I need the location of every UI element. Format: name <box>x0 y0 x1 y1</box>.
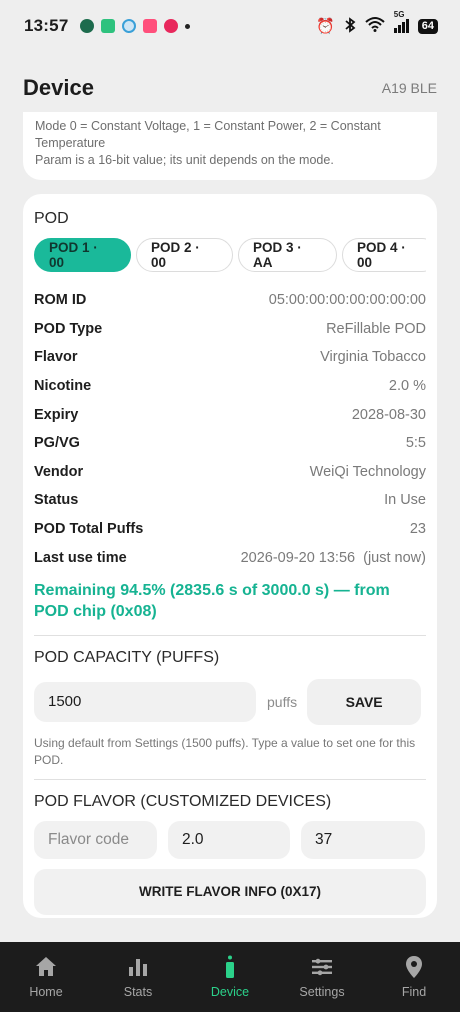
write-flavor-button[interactable]: WRITE FLAVOR INFO (0X17) <box>34 868 426 915</box>
network-type: 5G <box>393 10 405 19</box>
info-key: Status <box>34 492 79 509</box>
status-right: ⏰ 5G 64 <box>316 10 438 37</box>
more-notifications-dot <box>185 23 191 29</box>
nav-stats[interactable]: Stats <box>92 942 184 1012</box>
pod-section-label: POD <box>34 210 69 227</box>
flavor-code-placeholder: Flavor code <box>48 830 129 848</box>
pod-tab-4[interactable]: POD 4 · 00 <box>342 238 426 272</box>
app-notification-icon <box>101 19 116 33</box>
app-notification-icon <box>164 19 179 33</box>
info-row-rom-id: ROM ID 05:00:00:00:00:00:00:00 <box>34 286 426 315</box>
page-title: Device <box>23 75 94 100</box>
capacity-input[interactable]: 1500 <box>34 681 256 722</box>
info-row-pg-vg: PG/VG 5:5 <box>34 429 426 458</box>
info-value: WeiQi Technology <box>309 463 426 480</box>
nav-label: Stats <box>123 985 153 999</box>
info-row-last-use: Last use time 2026-09-20 13:56 (just now) <box>34 543 426 572</box>
nav-label: Home <box>29 985 63 999</box>
app-notification-icon <box>143 19 158 33</box>
mode-note-line: Param is a 16-bit value; its unit depend… <box>35 153 334 167</box>
flavor-fields-row: Flavor code 2.0 37 <box>34 820 426 859</box>
info-key: Flavor <box>34 349 78 366</box>
status-bar: 13:57 ⏰ 5G 64 <box>0 0 460 52</box>
location-pin-icon <box>401 954 427 980</box>
capacity-unit: puffs <box>267 693 298 710</box>
nav-settings[interactable]: Settings <box>276 942 368 1012</box>
alarm-icon: ⏰ <box>316 17 335 35</box>
pod-tabs: POD 1 · 00 POD 2 · 00 POD 3 · AA POD 4 ·… <box>34 238 426 272</box>
nav-find[interactable]: Find <box>368 942 460 1012</box>
info-value: Virginia Tobacco <box>320 349 426 366</box>
nav-label: Find <box>401 985 427 999</box>
notification-icons <box>80 19 191 33</box>
device-model: A19 BLE <box>381 80 437 96</box>
info-value: 05:00:00:00:00:00:00:00 <box>268 292 426 309</box>
flavor-value-input[interactable]: 37 <box>301 820 425 859</box>
info-row-vendor: Vendor WeiQi Technology <box>34 458 426 487</box>
capacity-help-text: Using default from Settings (1500 puffs)… <box>34 735 416 767</box>
mode-info-card: Mode 0 = Constant Voltage, 1 = Constant … <box>23 112 437 180</box>
info-value: 23 <box>409 521 426 538</box>
mode-note-line: Temperature <box>35 136 106 150</box>
capacity-row: 1500 puffs SAVE <box>34 678 426 725</box>
info-row-nicotine: Nicotine 2.0 % <box>34 372 426 401</box>
nav-device[interactable]: Device <box>184 942 276 1012</box>
info-value: 2028-08-30 <box>351 406 426 423</box>
info-row-expiry: Expiry 2028-08-30 <box>34 400 426 429</box>
divider <box>34 778 426 780</box>
stats-icon <box>125 954 151 980</box>
info-key: PG/VG <box>34 435 80 452</box>
info-row-pod-type: POD Type ReFillable POD <box>34 315 426 344</box>
scroll-content[interactable]: Mode 0 = Constant Voltage, 1 = Constant … <box>0 112 460 942</box>
pod-tab-3[interactable]: POD 3 · AA <box>238 238 337 272</box>
flavor-code-input[interactable]: Flavor code <box>34 820 157 859</box>
info-key: POD Total Puffs <box>34 521 144 538</box>
home-icon <box>33 954 59 980</box>
wifi-icon <box>365 16 385 37</box>
pod-card: POD POD 1 · 00 POD 2 · 00 POD 3 · AA POD… <box>23 194 437 918</box>
pod-tab-1[interactable]: POD 1 · 00 <box>34 238 131 272</box>
device-icon <box>217 954 243 980</box>
info-key: ROM ID <box>34 292 87 309</box>
info-key: Expiry <box>34 406 79 423</box>
info-value: ReFillable POD <box>326 320 426 337</box>
info-value: 2.0 % <box>388 378 426 395</box>
info-key: POD Type <box>34 320 103 337</box>
bluetooth-icon <box>344 16 356 36</box>
divider <box>34 634 426 636</box>
info-value: 2026-09-20 13:56 (just now) <box>240 549 426 566</box>
pod-info-list: ROM ID 05:00:00:00:00:00:00:00 POD Type Re… <box>34 286 426 572</box>
remaining-status: Remaining 94.5% (2835.6 s of 3000.0 s) —… <box>34 581 390 620</box>
info-key: Nicotine <box>34 378 92 395</box>
bottom-nav: Home Stats Device Settings Find <box>0 942 460 1012</box>
info-key: Vendor <box>34 463 84 480</box>
info-row-status: Status In Use <box>34 486 426 515</box>
status-time: 13:57 <box>24 16 69 35</box>
settings-icon <box>309 954 335 980</box>
save-button[interactable]: SAVE <box>307 678 422 725</box>
info-key: Last use time <box>34 549 127 566</box>
cell-signal-icon: 5G <box>393 10 409 33</box>
nav-home[interactable]: Home <box>0 942 92 1012</box>
info-value: In Use <box>384 492 426 509</box>
flavor-title: POD FLAVOR (CUSTOMIZED DEVICES) <box>34 792 332 810</box>
battery-indicator: 64 <box>417 18 438 34</box>
info-value: 5:5 <box>405 435 426 452</box>
flavor-nicotine-input[interactable]: 2.0 <box>168 820 290 859</box>
app-notification-icon <box>80 19 95 33</box>
pod-tab-2[interactable]: POD 2 · 00 <box>136 238 233 272</box>
app-header: Device A19 BLE <box>0 68 460 108</box>
app-notification-icon <box>122 19 137 33</box>
nav-label: Device <box>210 985 250 999</box>
info-row-total-puffs: POD Total Puffs 23 <box>34 515 426 544</box>
mode-note-line: Mode 0 = Constant Voltage, 1 = Constant … <box>35 119 381 133</box>
nav-label: Settings <box>299 985 345 999</box>
capacity-title: POD CAPACITY (PUFFS) <box>34 648 220 666</box>
info-row-flavor: Flavor Virginia Tobacco <box>34 343 426 372</box>
